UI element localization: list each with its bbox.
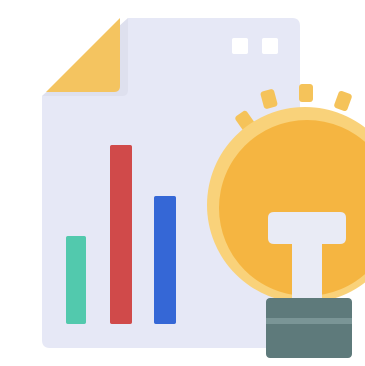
document-fold-corner: [46, 18, 120, 92]
chart-bar: [154, 196, 176, 324]
report-idea-illustration: [42, 18, 365, 358]
document-header-dot: [232, 38, 248, 54]
chart-bar: [66, 236, 86, 324]
document-header-dot: [262, 38, 278, 54]
illustration-canvas: [0, 0, 365, 366]
lightbulb-base: [266, 298, 352, 358]
lightbulb-base-stripe: [266, 318, 352, 324]
chart-bar: [110, 145, 132, 324]
